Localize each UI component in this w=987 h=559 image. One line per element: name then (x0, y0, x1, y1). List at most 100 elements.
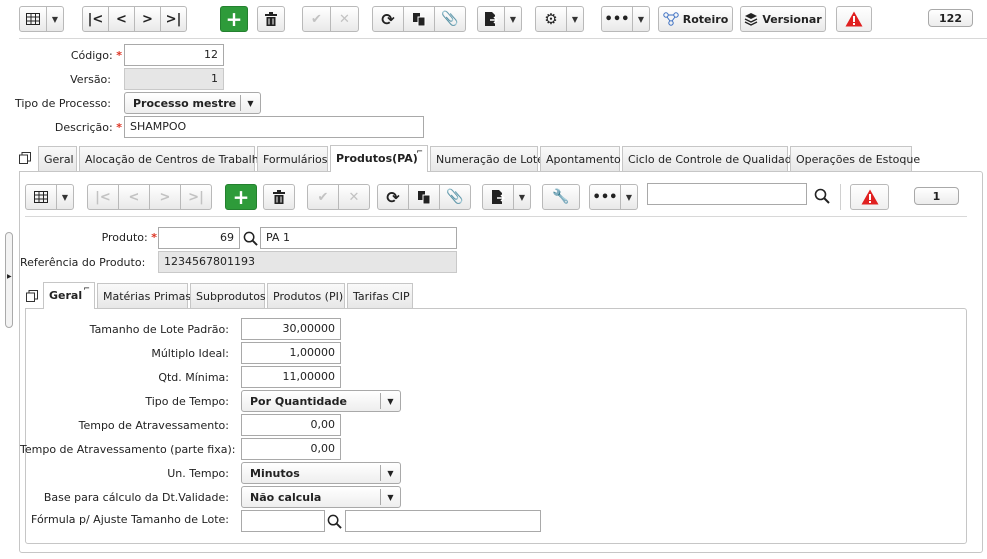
multiplo-field[interactable]: 1,00000 (241, 342, 341, 364)
window-tabs-icon[interactable] (26, 290, 38, 302)
sub-duplicate-button[interactable] (408, 184, 440, 210)
tamanho-lote-label: Tamanho de Lote Padrão: (89, 323, 229, 336)
sub-previous-record-button[interactable]: < (118, 184, 150, 210)
sub-grid-view-dropdown[interactable]: ▼ (56, 184, 74, 210)
tab-formularios[interactable]: Formulários (257, 146, 328, 171)
produto-name-field[interactable]: PA 1 (260, 227, 457, 249)
search-icon[interactable] (814, 188, 830, 204)
tab-apontamento[interactable]: Apontamento (540, 146, 621, 171)
tipo-tempo-select[interactable]: Por Quantidade ▼ (241, 390, 401, 412)
tab-produtos-pa[interactable]: Produtos(PA) ⌐ (330, 145, 428, 172)
sub-export-button[interactable] (482, 184, 514, 210)
tempo-atrav-fixa-field[interactable]: 0,00 (241, 438, 341, 460)
tempo-atrav-field[interactable]: 0,00 (241, 414, 341, 436)
formula-code-field[interactable] (241, 510, 325, 532)
tamanho-lote-field[interactable]: 30,00000 (241, 318, 341, 340)
subtab-tarifas-cip[interactable]: Tarifas CIP (347, 283, 413, 308)
sub-first-record-button[interactable]: |< (87, 184, 119, 210)
alert-button[interactable] (836, 6, 872, 32)
add-button[interactable]: + (220, 6, 248, 32)
base-calculo-select[interactable]: Não calcula ▼ (241, 486, 401, 508)
export-group: ▼ (477, 6, 522, 32)
sub-last-record-button[interactable]: >| (180, 184, 212, 210)
attachment-button[interactable]: 📎 (434, 6, 466, 32)
sub-cancel-button[interactable]: ✕ (338, 184, 370, 210)
toolbar-divider (19, 38, 987, 39)
sub-more-group: ••• ▼ (589, 184, 638, 210)
grid-view-dropdown[interactable]: ▼ (46, 6, 64, 32)
sub-alert-button[interactable] (850, 184, 889, 210)
navigation-group: |< < > >| (82, 6, 187, 32)
more-button[interactable]: ••• (601, 6, 633, 32)
confirm-button[interactable]: ✔ (302, 6, 331, 32)
sub-add-button[interactable]: + (225, 184, 257, 210)
un-tempo-label: Un. Tempo: (167, 467, 229, 480)
required-mark: * (151, 231, 157, 244)
refresh-button[interactable]: ⟳ (372, 6, 404, 32)
subtab-geral[interactable]: Geral ⌐ (43, 282, 95, 309)
required-mark: * (116, 49, 122, 62)
sub-more-button[interactable]: ••• (589, 184, 621, 210)
tipo-tempo-value: Por Quantidade (250, 394, 347, 408)
cancel-button[interactable]: ✕ (330, 6, 359, 32)
record-counter[interactable]: 122 (928, 9, 973, 27)
warning-icon (861, 189, 878, 205)
grid-view-button[interactable] (19, 6, 47, 32)
formula-search-icon[interactable] (327, 514, 342, 529)
next-record-button[interactable]: > (134, 6, 161, 32)
subtab-produtos-pi[interactable]: Produtos (PI) (267, 283, 345, 308)
roteiro-button[interactable]: Roteiro (658, 6, 733, 32)
previous-record-button[interactable]: < (108, 6, 135, 32)
sub-more-dropdown[interactable]: ▼ (620, 184, 638, 210)
formula-name-field[interactable] (345, 510, 541, 532)
sub-actions-group: ⟳ 📎 (377, 184, 471, 210)
qtd-minima-field[interactable]: 11,00000 (241, 366, 341, 388)
more-icon: ••• (604, 11, 630, 27)
subtab-subprodutos[interactable]: Subprodutos (190, 283, 266, 308)
sub-export-dropdown[interactable]: ▼ (513, 184, 531, 210)
sub-next-record-button[interactable]: > (149, 184, 181, 210)
last-icon: >| (188, 189, 204, 205)
close-icon: ✕ (339, 11, 350, 27)
sub-refresh-button[interactable]: ⟳ (377, 184, 409, 210)
sub-record-counter[interactable]: 1 (914, 187, 959, 205)
tab-alocacao[interactable]: Alocação de Centros de Trabalho (79, 146, 265, 171)
side-panel-handle[interactable]: ▶ (5, 232, 13, 328)
settings-button[interactable]: ⚙ (535, 6, 567, 32)
sub-grid-view-button[interactable] (25, 184, 57, 210)
sub-confirm-button[interactable]: ✔ (307, 184, 339, 210)
descricao-field[interactable]: SHAMPOO (124, 116, 424, 138)
un-tempo-select[interactable]: Minutos ▼ (241, 462, 401, 484)
first-record-button[interactable]: |< (82, 6, 109, 32)
refresh-icon: ⟳ (381, 9, 395, 29)
tab-ciclo-controle[interactable]: Ciclo de Controle de Qualidade (622, 146, 799, 171)
duplicate-button[interactable] (403, 6, 435, 32)
sub-confirm-cancel-group: ✔ ✕ (307, 184, 370, 210)
versao-label: Versão: (70, 73, 111, 86)
last-record-button[interactable]: >| (160, 6, 187, 32)
settings-dropdown[interactable]: ▼ (566, 6, 584, 32)
copy-icon (418, 191, 431, 204)
produto-search-icon[interactable] (243, 231, 258, 246)
delete-button[interactable] (257, 6, 285, 32)
sub-tools-button[interactable]: 🔧 (542, 184, 580, 210)
sub-search-input[interactable] (647, 183, 807, 205)
more-dropdown[interactable]: ▼ (632, 6, 650, 32)
tab-geral[interactable]: Geral (38, 146, 77, 171)
caret-down-icon: ▼ (240, 95, 260, 111)
produto-code-field[interactable]: 69 (158, 227, 240, 249)
versionar-button[interactable]: Versionar (740, 6, 826, 32)
sub-delete-button[interactable] (263, 184, 295, 210)
sub-attachment-button[interactable]: 📎 (439, 184, 471, 210)
window-tabs-icon[interactable] (19, 152, 31, 164)
sub-export-group: ▼ (482, 184, 531, 210)
export-dropdown[interactable]: ▼ (504, 6, 522, 32)
tab-numeracao-lote[interactable]: Numeração de Lote (430, 146, 544, 171)
tab-operacoes-estoque[interactable]: Operações de Estoque (790, 146, 920, 171)
codigo-field[interactable]: 12 (124, 44, 224, 66)
export-button[interactable] (477, 6, 505, 32)
caret-down-icon: ▼ (509, 14, 517, 24)
versionar-label: Versionar (762, 12, 822, 26)
subtab-materias-primas[interactable]: Matérias Primas (97, 283, 191, 308)
tipo-processo-select[interactable]: Processo mestre ▼ (124, 92, 261, 114)
